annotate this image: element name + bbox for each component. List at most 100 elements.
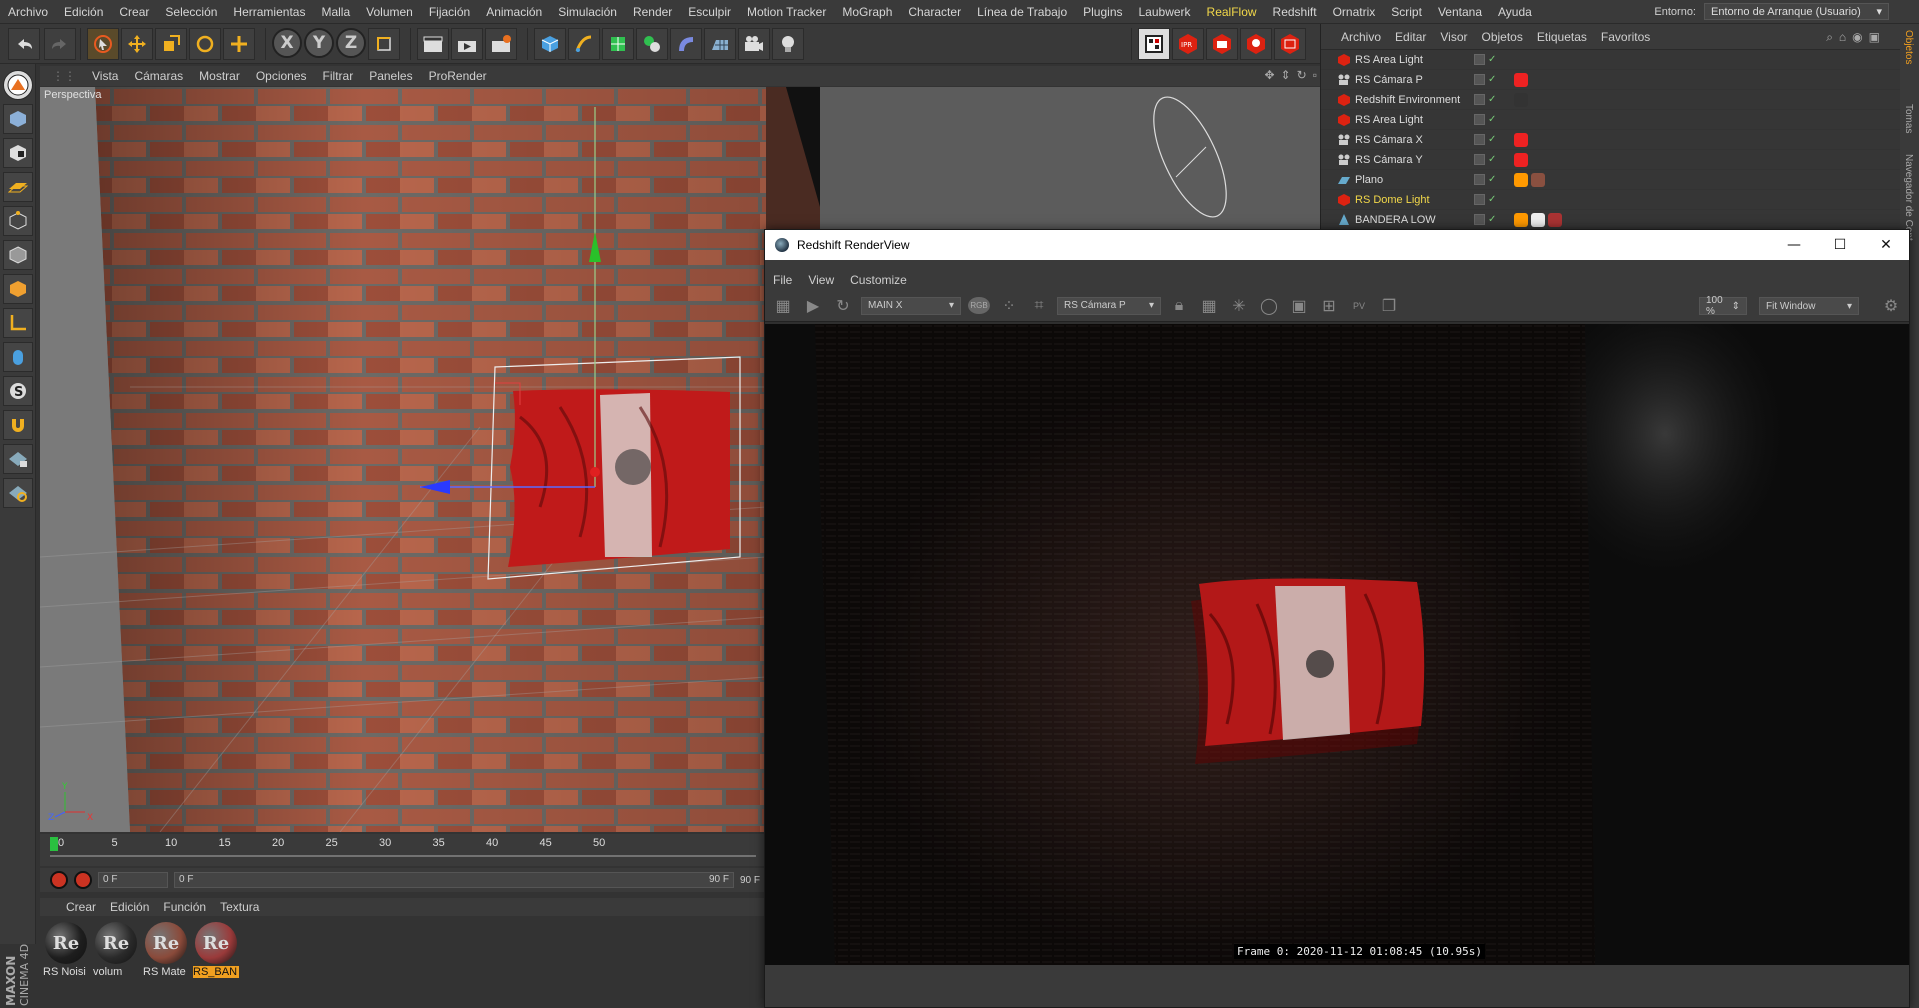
rs-camera-button[interactable]	[1206, 27, 1238, 60]
minimize-button[interactable]: —	[1771, 230, 1817, 260]
object-row[interactable]: RS Area Light ✓	[1321, 110, 1900, 130]
object-menu-etiquetas[interactable]: Etiquetas	[1537, 30, 1587, 44]
tag-icon[interactable]	[1514, 152, 1528, 167]
object-menu-objetos[interactable]: Objetos	[1482, 30, 1523, 44]
viewport-menu-vista[interactable]: Vista	[92, 69, 118, 83]
move-tool-button[interactable]	[121, 27, 153, 60]
menu-archivo[interactable]: Archivo	[0, 5, 56, 19]
lock-icon[interactable]: ▣	[1869, 30, 1880, 45]
object-menu-editar[interactable]: Editar	[1395, 30, 1426, 44]
viewport-menu-camaras[interactable]: Cámaras	[134, 69, 183, 83]
material-menu-textura[interactable]: Textura	[220, 900, 259, 914]
edges-mode-button[interactable]	[2, 240, 33, 270]
menu-herramientas[interactable]: Herramientas	[225, 5, 313, 19]
axis-mode-button[interactable]	[2, 308, 33, 338]
renderview-menu-view[interactable]: View	[808, 273, 834, 287]
freeze-button[interactable]: ✳	[1227, 294, 1251, 318]
aov-select[interactable]: MAIN X ▾	[861, 296, 961, 315]
viewport-menu-paneles[interactable]: Paneles	[369, 69, 412, 83]
rs-light-button[interactable]	[1240, 27, 1272, 60]
object-row[interactable]: Plano ✓	[1321, 170, 1900, 190]
side-tab-navegador-de-cont[interactable]: Navegador de Cont	[1903, 154, 1914, 241]
material-menu-funcion[interactable]: Función	[163, 900, 206, 914]
render-settings-button[interactable]	[485, 27, 517, 60]
side-tab-objetos[interactable]: Objetos	[1903, 30, 1914, 64]
material-menu-edicion[interactable]: Edición	[110, 900, 149, 914]
fit-select[interactable]: Fit Window ▾	[1759, 297, 1859, 315]
environment-select[interactable]: Entorno de Arranque (Usuario) ▾	[1704, 3, 1889, 20]
menu-simulacion[interactable]: Simulación	[550, 5, 625, 19]
circle-button[interactable]: ◯	[1257, 294, 1281, 318]
tag-icon[interactable]	[1514, 92, 1528, 107]
rs-ipr-button[interactable]: IPR	[1172, 27, 1204, 60]
magnet-button[interactable]	[2, 410, 33, 440]
renderview-menu-file[interactable]: File	[773, 273, 792, 287]
lock-y-axis-button[interactable]: Y	[304, 27, 334, 58]
rgb-channel-button[interactable]: RGB	[967, 294, 991, 318]
visibility-toggles[interactable]: ✓	[1474, 114, 1496, 125]
rs-render-button[interactable]	[1274, 27, 1306, 60]
viewport-menu-filtrar[interactable]: Filtrar	[323, 69, 354, 83]
tag-icon[interactable]	[1531, 212, 1545, 227]
deformer-button[interactable]	[670, 27, 702, 60]
eye-icon[interactable]: ◉	[1852, 30, 1862, 45]
subdivision-button[interactable]	[602, 27, 634, 60]
object-row[interactable]: RS Cámara P ✓	[1321, 70, 1900, 90]
menu-character[interactable]: Character	[900, 5, 969, 19]
material-swatch[interactable]: Re RS_BAN	[193, 922, 239, 1008]
frame-range-slider[interactable]: 0 F 90 F	[174, 872, 734, 888]
renderview-menu-customize[interactable]: Customize	[850, 273, 907, 287]
material-swatch[interactable]: Re volum	[93, 922, 138, 1008]
zoom-field[interactable]: 100 % ⇕	[1699, 295, 1747, 317]
model-mode-button[interactable]	[2, 104, 33, 134]
menu-mograph[interactable]: MoGraph	[834, 5, 900, 19]
pv-button[interactable]: PV	[1347, 294, 1371, 318]
menu-motion-tracker[interactable]: Motion Tracker	[739, 5, 834, 19]
menu-animacion[interactable]: Animación	[478, 5, 550, 19]
redo-button[interactable]	[44, 27, 76, 60]
polygons-mode-button[interactable]	[2, 274, 33, 304]
visibility-toggles[interactable]: ✓	[1474, 154, 1496, 165]
grid-dots-icon[interactable]: ⁘	[997, 294, 1021, 318]
tag-icon[interactable]	[1548, 212, 1562, 227]
object-row[interactable]: RS Area Light ✓	[1321, 50, 1900, 70]
scale-tool-button[interactable]	[155, 27, 187, 60]
menu-seleccion[interactable]: Selección	[157, 5, 225, 19]
perspective-viewport[interactable]: Perspectiva Y Z X	[40, 87, 766, 832]
tag-icon[interactable]	[1531, 172, 1545, 187]
workplane-align-button[interactable]	[2, 478, 33, 508]
menu-linea-de-trabajo[interactable]: Línea de Trabajo	[969, 5, 1075, 19]
object-row[interactable]: Redshift Environment ✓	[1321, 90, 1900, 110]
material-menu-crear[interactable]: Crear	[66, 900, 96, 914]
tag-icon[interactable]	[1514, 212, 1528, 227]
viewport-menu-prorender[interactable]: ProRender	[429, 69, 487, 83]
menu-ayuda[interactable]: Ayuda	[1490, 5, 1540, 19]
rotate-view-icon[interactable]: ↻	[1297, 68, 1307, 82]
tweak-mode-button[interactable]	[2, 342, 33, 372]
camera-select[interactable]: RS Cámara P ▾	[1057, 296, 1161, 315]
object-menu-visor[interactable]: Visor	[1440, 30, 1467, 44]
coordinate-system-button[interactable]	[368, 27, 400, 60]
rotate-tool-button[interactable]	[189, 27, 221, 60]
side-tab-tomas[interactable]: Tomas	[1903, 104, 1914, 133]
material-swatch[interactable]: Re RS Mate	[143, 922, 188, 1008]
menu-script[interactable]: Script	[1383, 5, 1430, 19]
clapper-icon[interactable]: ▦	[771, 294, 795, 318]
render-picture-viewer-button[interactable]	[451, 27, 483, 60]
tag-icon[interactable]	[1514, 132, 1528, 147]
select-tool-button[interactable]	[87, 27, 119, 60]
menu-fijacion[interactable]: Fijación	[421, 5, 478, 19]
home-icon[interactable]: ⌂	[1839, 30, 1846, 45]
move-view-icon[interactable]: ✥	[1265, 68, 1275, 82]
render-view-button[interactable]	[417, 27, 449, 60]
visibility-toggles[interactable]: ✓	[1474, 74, 1496, 85]
menu-laubwerk[interactable]: Laubwerk	[1131, 5, 1199, 19]
object-row[interactable]: BANDERA LOW ✓	[1321, 210, 1900, 230]
copy-button[interactable]: ❐	[1377, 294, 1401, 318]
render-canvas[interactable]: Frame 0: 2020-11-12 01:08:45 (10.95s)	[765, 324, 1909, 965]
visibility-toggles[interactable]: ✓	[1474, 174, 1496, 185]
crop-button[interactable]: ⌗	[1027, 294, 1051, 318]
menu-redshift[interactable]: Redshift	[1265, 5, 1325, 19]
pen-button[interactable]	[568, 27, 600, 60]
object-menu-favoritos[interactable]: Favoritos	[1601, 30, 1650, 44]
